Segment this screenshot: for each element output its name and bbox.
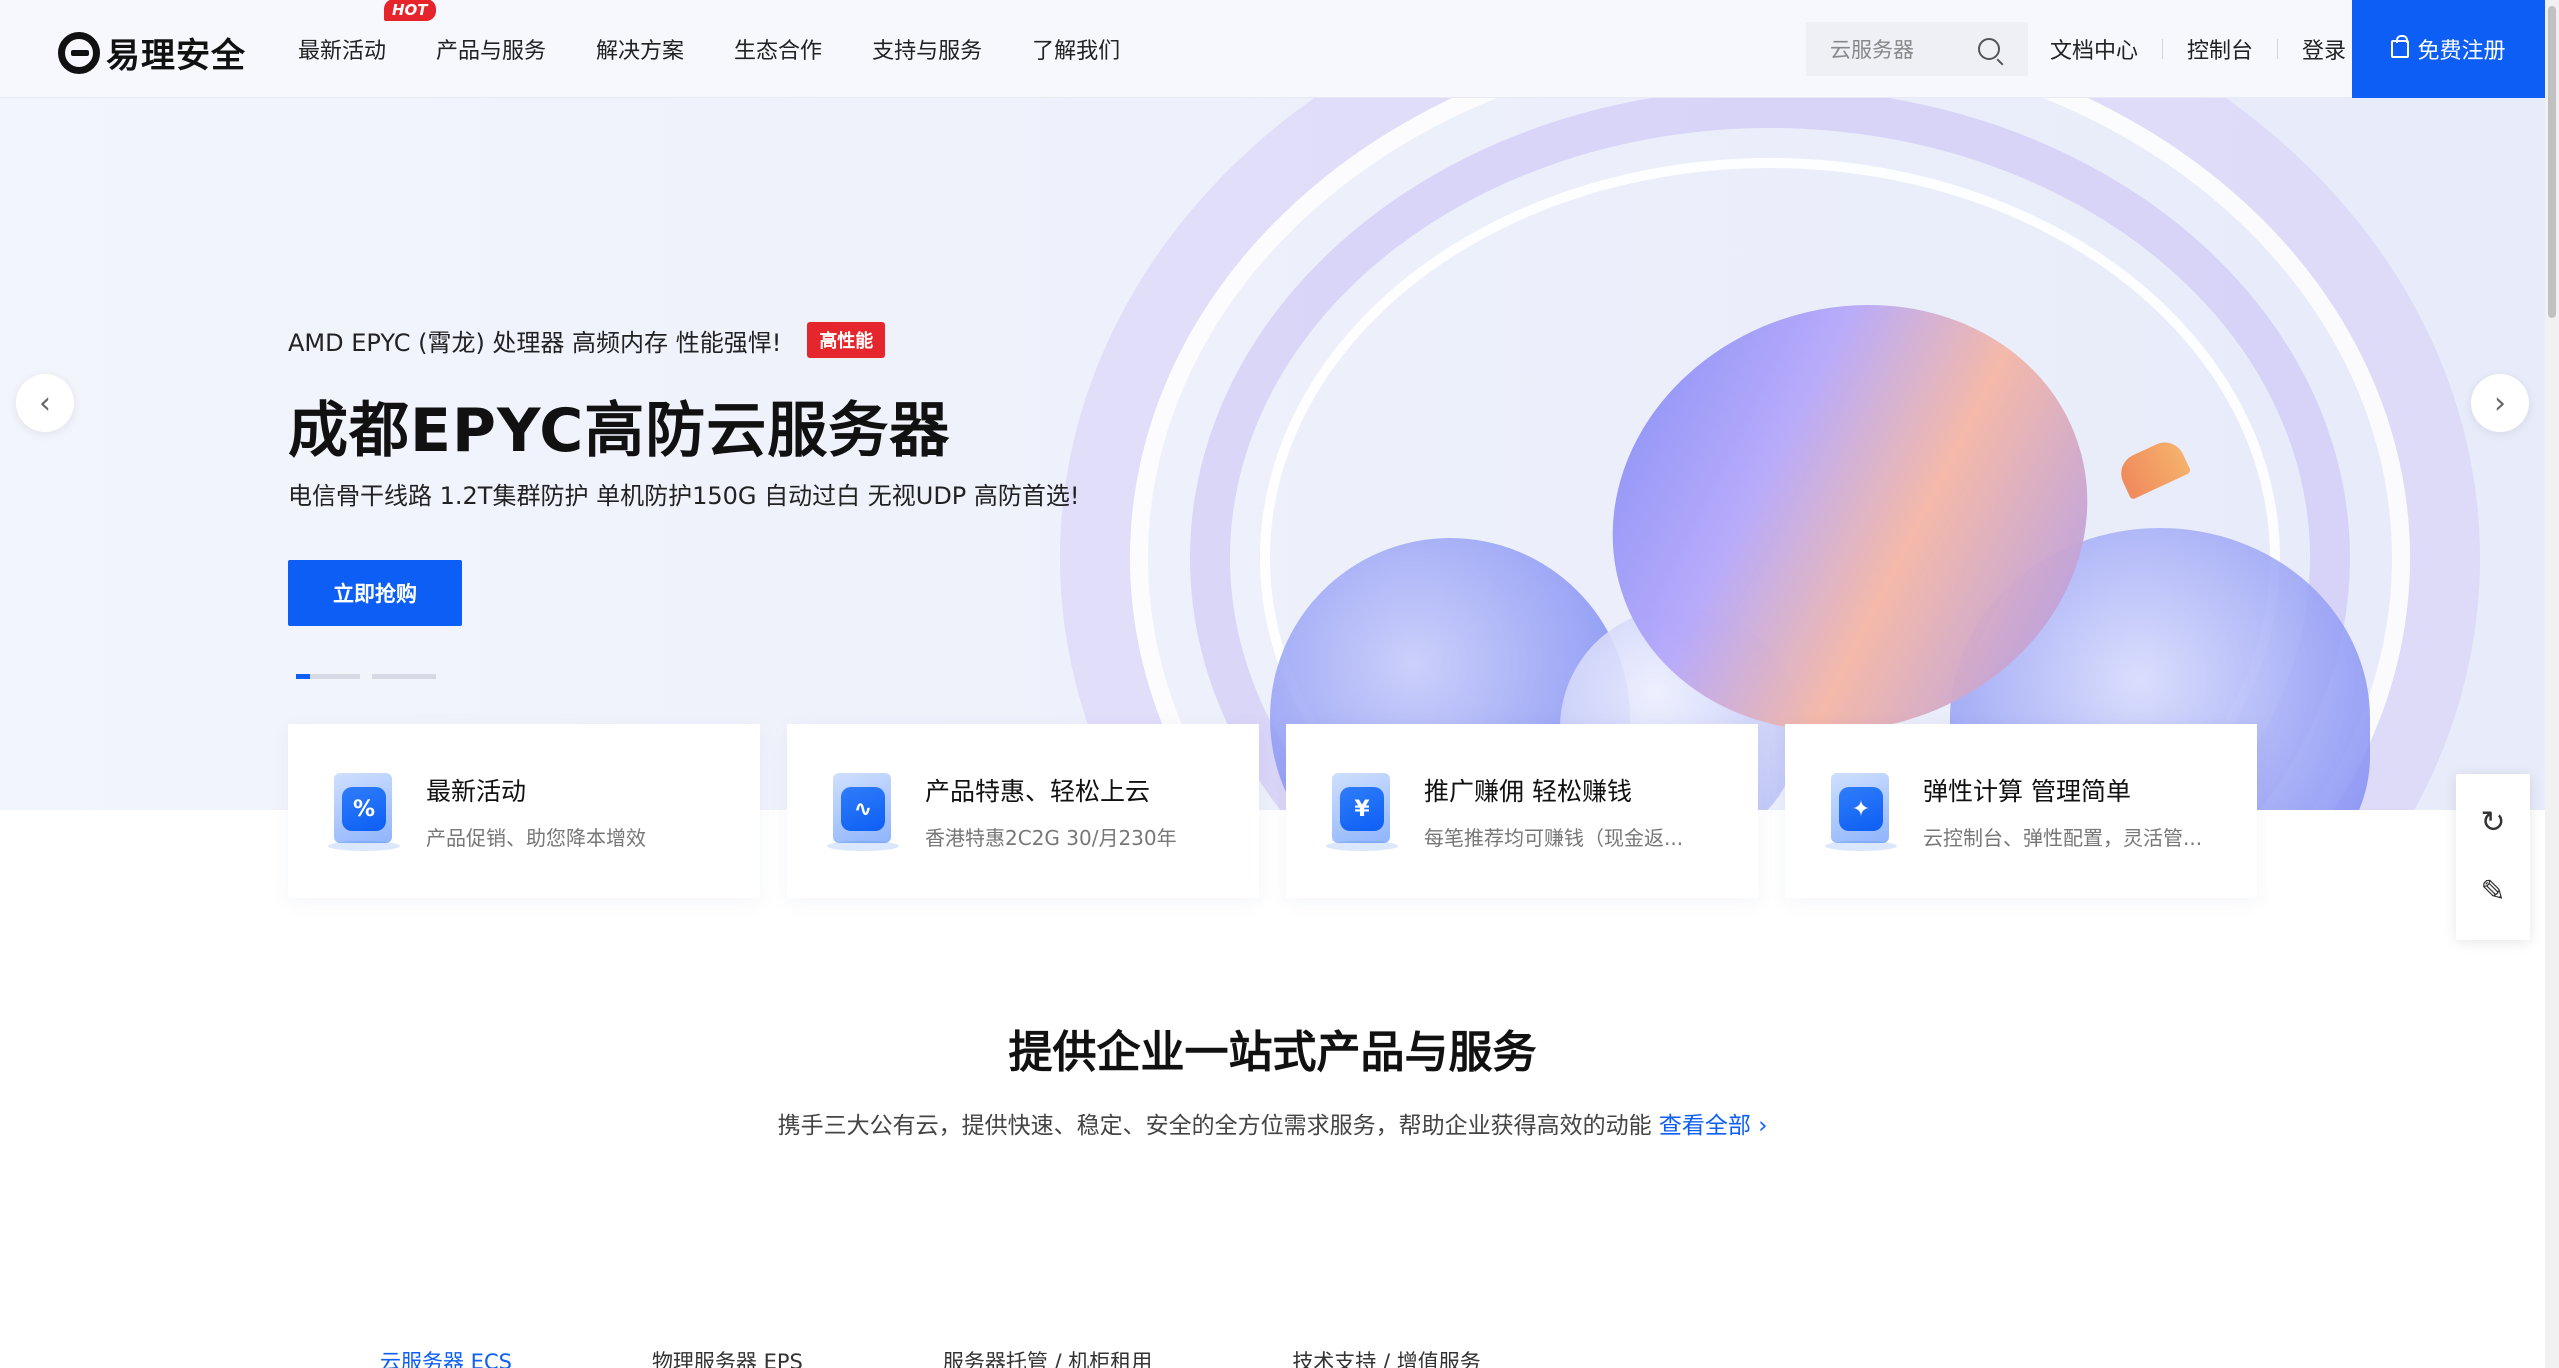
hero-subtitle: AMD EPYC (霄龙) 处理器 高频内存 性能强悍! bbox=[288, 328, 782, 357]
hero-title: 成都EPYC高防云服务器 bbox=[288, 396, 951, 466]
card-desc: 香港特惠2C2G 30/月230年 bbox=[925, 825, 1177, 850]
customer-service-icon[interactable]: ↻ bbox=[2480, 805, 2505, 840]
feature-card-affiliate[interactable]: ¥ 推广赚佣 轻松赚钱 每笔推荐均可赚钱（现金返... bbox=[1286, 724, 1758, 898]
top-header: 易理安全 最新活动 HOT 产品与服务 解决方案 生态合作 支持与服务 了解我们… bbox=[0, 0, 2545, 98]
nav-item-ecosystem[interactable]: 生态合作 bbox=[734, 33, 822, 65]
register-button[interactable]: 免费注册 bbox=[2352, 0, 2545, 98]
card-desc: 每笔推荐均可赚钱（现金返... bbox=[1424, 825, 1684, 850]
carousel-next-icon[interactable]: › bbox=[2471, 374, 2529, 432]
feature-card-activity[interactable]: % 最新活动 产品促销、助您降本增效 bbox=[288, 724, 760, 898]
logo-icon bbox=[58, 31, 100, 74]
login-link[interactable]: 登录 bbox=[2302, 33, 2346, 65]
search-placeholder: 云服务器 bbox=[1830, 38, 1914, 62]
card-desc: 云控制台、弹性配置，灵活管... bbox=[1923, 825, 2203, 850]
tab-colocation[interactable]: 服务器托管 / 机柜租用 bbox=[943, 1346, 1152, 1368]
section-title: 提供企业一站式产品与服务 bbox=[1008, 1027, 1537, 1078]
hero-description: 电信骨干线路 1.2T集群防护 单机防护150G 自动过白 无视UDP 高防首选… bbox=[288, 482, 1080, 510]
view-all-label: 查看全部 bbox=[1658, 1113, 1751, 1139]
feedback-edit-icon[interactable]: ✎ bbox=[2480, 874, 2505, 909]
monitor-icon: ∿ bbox=[827, 769, 899, 853]
search-input[interactable]: 云服务器 bbox=[1806, 22, 2028, 76]
divider bbox=[2277, 39, 2279, 59]
register-label: 免费注册 bbox=[2417, 39, 2506, 64]
logo-text: 易理安全 bbox=[106, 36, 246, 76]
discount-icon: % bbox=[328, 769, 400, 853]
tab-ecs[interactable]: 云服务器 ECS bbox=[380, 1346, 512, 1368]
carousel-dot[interactable] bbox=[372, 674, 436, 679]
nav-item-about[interactable]: 了解我们 bbox=[1032, 33, 1120, 65]
card-title: 弹性计算 管理简单 bbox=[1923, 776, 2131, 806]
section-desc-text: 携手三大公有云，提供快速、稳定、安全的全方位需求服务，帮助企业获得高效的动能 bbox=[777, 1113, 1652, 1139]
nav-label: 最新活动 bbox=[298, 39, 387, 64]
section-description: 携手三大公有云，提供快速、稳定、安全的全方位需求服务，帮助企业获得高效的动能 查… bbox=[0, 1106, 2545, 1140]
view-all-link[interactable]: 查看全部 › bbox=[1659, 1113, 1768, 1139]
nav-item-latest-activity[interactable]: 最新活动 HOT bbox=[298, 0, 436, 65]
main-nav: 最新活动 HOT 产品与服务 解决方案 生态合作 支持与服务 了解我们 bbox=[298, 0, 1170, 98]
hero-banner: AMD EPYC (霄龙) 处理器 高频内存 性能强悍! 高性能 成都EPYC高… bbox=[0, 98, 2545, 810]
hot-badge: HOT bbox=[384, 0, 436, 21]
scroll-thumb[interactable] bbox=[2548, 6, 2556, 318]
nav-item-products[interactable]: 产品与服务 bbox=[436, 33, 546, 65]
docs-link[interactable]: 文档中心 bbox=[2050, 33, 2138, 65]
carousel-prev-icon[interactable]: ‹ bbox=[16, 374, 74, 432]
product-tabs: 云服务器 ECS 物理服务器 EPS 服务器托管 / 机柜租用 技术支持 / 增… bbox=[380, 1346, 1621, 1368]
page-scrollbar[interactable] bbox=[2545, 0, 2559, 1368]
nav-item-support[interactable]: 支持与服务 bbox=[872, 33, 982, 65]
shopping-bag-icon bbox=[2391, 35, 2410, 58]
hero-subtitle-row: AMD EPYC (霄龙) 处理器 高频内存 性能强悍! 高性能 bbox=[288, 322, 886, 358]
site-logo[interactable]: 易理安全 bbox=[58, 28, 246, 77]
nav-item-solutions[interactable]: 解决方案 bbox=[596, 33, 684, 65]
carousel-indicators bbox=[296, 674, 448, 679]
feature-card-compute[interactable]: ✦ 弹性计算 管理简单 云控制台、弹性配置，灵活管... bbox=[1785, 724, 2257, 898]
buy-now-button[interactable]: 立即抢购 bbox=[288, 560, 462, 626]
card-title: 最新活动 bbox=[426, 776, 527, 806]
card-title: 产品特惠、轻松上云 bbox=[925, 776, 1151, 806]
carousel-dot[interactable] bbox=[296, 674, 360, 679]
divider bbox=[2162, 39, 2164, 59]
yuan-icon: ¥ bbox=[1326, 769, 1398, 853]
tab-tech-support[interactable]: 技术支持 / 增值服务 bbox=[1292, 1346, 1480, 1368]
top-links: 文档中心 控制台 登录 bbox=[2050, 0, 2346, 98]
card-desc: 产品促销、助您降本增效 bbox=[426, 825, 646, 850]
performance-badge: 高性能 bbox=[807, 322, 886, 358]
feature-cards: % 最新活动 产品促销、助您降本增效 ∿ 产品特惠、轻松上云 香港特惠2C2G … bbox=[288, 724, 2284, 898]
wrench-gear-icon: ✦ bbox=[1825, 769, 1897, 853]
tab-eps[interactable]: 物理服务器 EPS bbox=[652, 1346, 803, 1368]
feature-card-offers[interactable]: ∿ 产品特惠、轻松上云 香港特惠2C2G 30/月230年 bbox=[787, 724, 1259, 898]
search-icon[interactable] bbox=[1978, 38, 2000, 60]
console-link[interactable]: 控制台 bbox=[2187, 33, 2253, 65]
card-title: 推广赚佣 轻松赚钱 bbox=[1424, 776, 1632, 806]
floating-toolbar: ↻ ✎ bbox=[2456, 774, 2530, 940]
